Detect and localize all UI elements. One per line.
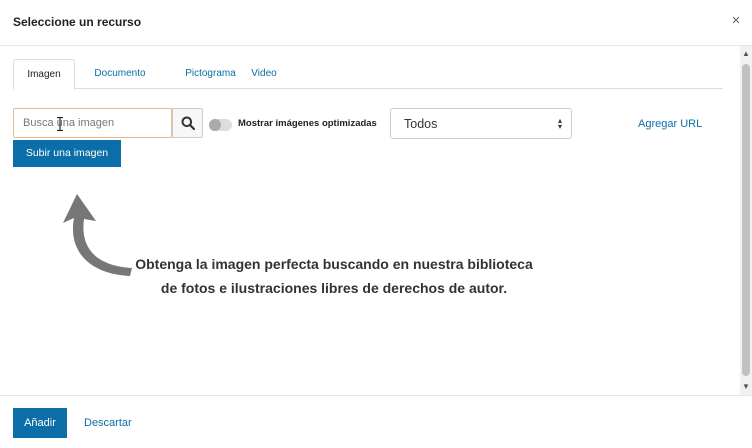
dialog-header: Seleccione un recurso ×	[0, 0, 752, 46]
scroll-thumb[interactable]	[742, 64, 750, 376]
search-field	[13, 108, 172, 138]
upload-image-button[interactable]: Subir una imagen	[13, 140, 121, 167]
tab-imagen[interactable]: Imagen	[13, 59, 75, 90]
select-caret-icon: ▴ ▾	[557, 116, 562, 131]
magnifier-icon	[181, 116, 195, 130]
resource-dialog: Seleccione un recurso × Imagen Documento…	[0, 0, 752, 448]
toggle-knob	[209, 119, 221, 131]
text-cursor-icon	[57, 117, 63, 131]
close-icon[interactable]: ×	[729, 12, 743, 30]
add-url-link[interactable]: Agregar URL	[638, 118, 702, 130]
dialog-body: Imagen Documento Pictograma Video Mostra…	[0, 46, 752, 395]
add-button[interactable]: Añadir	[13, 408, 67, 438]
vertical-scrollbar[interactable]: ▲ ▼	[740, 46, 752, 395]
curved-arrow-up-icon	[63, 194, 132, 276]
tab-video[interactable]: Video	[245, 59, 283, 89]
dialog-footer: Añadir Descartar	[0, 395, 752, 448]
scroll-down-icon[interactable]: ▼	[740, 381, 752, 393]
search-button[interactable]	[172, 108, 203, 138]
hint-text: Obtenga la imagen perfecta buscando en n…	[135, 256, 533, 296]
scroll-up-icon[interactable]: ▲	[740, 48, 752, 60]
discard-button[interactable]: Descartar	[84, 417, 132, 429]
search-input[interactable]	[14, 109, 171, 137]
tab-documento[interactable]: Documento	[80, 59, 160, 89]
tab-pictograma[interactable]: Pictograma	[163, 59, 258, 89]
optimized-images-toggle[interactable]	[209, 119, 232, 131]
filter-select-value: Todos	[404, 117, 438, 131]
dialog-title: Seleccione un recurso	[13, 15, 142, 29]
resource-tabs: Imagen Documento Pictograma Video	[13, 59, 723, 90]
optimized-images-label: Mostrar imágenes optimizadas	[238, 118, 377, 129]
filter-select[interactable]: Todos ▴ ▾	[390, 108, 572, 139]
